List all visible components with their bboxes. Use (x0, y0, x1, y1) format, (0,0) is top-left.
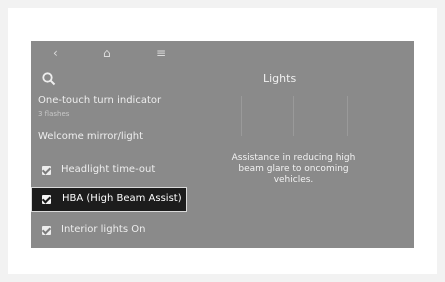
infotainment-screen: ‹ ⌂ ≡ Lights One-touch turn indicator 3 … (31, 41, 414, 248)
list-item-hba-selected[interactable]: HBA (High Beam Assist) (31, 187, 187, 212)
hba-checkbox[interactable] (42, 195, 51, 204)
page-title: Lights (263, 72, 297, 85)
menu-icon[interactable]: ≡ (156, 46, 166, 60)
list-item-interior-lights-on[interactable]: Interior lights On (61, 224, 145, 235)
background-divider (241, 96, 242, 136)
background-divider (293, 96, 294, 136)
top-nav-bar: ‹ ⌂ ≡ (31, 41, 414, 67)
interior-lights-checkbox[interactable] (42, 226, 51, 235)
background-divider (347, 96, 348, 136)
back-icon[interactable]: ‹ (53, 46, 58, 60)
headlight-time-out-checkbox[interactable] (42, 166, 51, 175)
setting-description: Assistance in reducing high beam glare t… (231, 153, 356, 185)
hba-label: HBA (High Beam Assist) (62, 193, 182, 204)
search-icon[interactable] (41, 71, 57, 87)
one-touch-turn-indicator-value: 3 flashes (38, 110, 70, 118)
list-item-one-touch-turn-indicator[interactable]: One-touch turn indicator (38, 95, 161, 106)
list-item-welcome-mirror-light[interactable]: Welcome mirror/light (38, 131, 143, 142)
home-icon[interactable]: ⌂ (103, 46, 111, 60)
list-item-headlight-time-out[interactable]: Headlight time-out (61, 164, 155, 175)
